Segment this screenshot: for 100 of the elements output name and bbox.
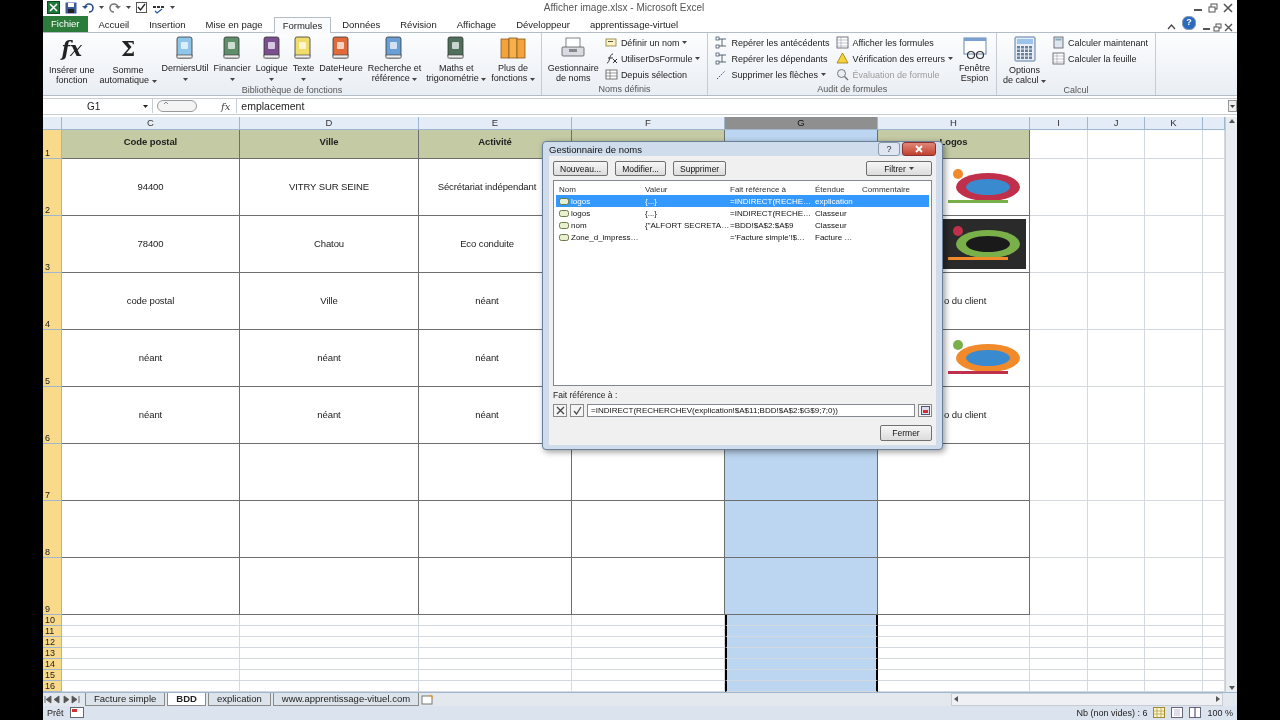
- row-header[interactable]: 6: [43, 386, 62, 444]
- list-column-header[interactable]: Valeur: [645, 184, 730, 194]
- column-header[interactable]: K: [1145, 116, 1203, 130]
- column-header[interactable]: C: [62, 116, 240, 130]
- ribbon-button[interactable]: Repérer les dépendants: [715, 51, 830, 66]
- ribbon-button[interactable]: Repérer les antécédents: [715, 35, 830, 50]
- list-column-header[interactable]: Commentaire: [862, 184, 929, 194]
- sheet-tab[interactable]: Facture simple: [85, 692, 166, 706]
- row-header[interactable]: 2: [43, 158, 62, 216]
- ribbon-tab[interactable]: Données: [333, 15, 390, 32]
- restore-icon[interactable]: [1213, 22, 1222, 32]
- zoom-level[interactable]: 100 %: [1207, 708, 1233, 718]
- collapse-dialog-button[interactable]: [918, 404, 932, 417]
- save-icon[interactable]: [65, 1, 77, 14]
- dialog-button[interactable]: Nouveau...: [553, 161, 609, 176]
- close-dialog-button[interactable]: Fermer: [880, 425, 932, 441]
- ribbon-button[interactable]: Texte: [290, 35, 317, 83]
- select-all-corner[interactable]: [43, 116, 62, 130]
- confirm-button[interactable]: [570, 404, 584, 417]
- ribbon-button[interactable]: Afficher les formules: [836, 35, 953, 50]
- ribbon-button[interactable]: Vérification des erreurs: [836, 51, 953, 66]
- ribbon-button[interactable]: UtiliserDsFormule: [604, 51, 701, 66]
- row-header[interactable]: 4: [43, 272, 62, 330]
- ribbon-tab[interactable]: Développeur: [507, 15, 579, 32]
- insert-function-icon[interactable]: fx: [221, 100, 231, 112]
- ribbon-tab[interactable]: Formules: [273, 16, 332, 33]
- column-header[interactable]: F: [572, 116, 725, 130]
- column-header[interactable]: H: [878, 116, 1030, 130]
- horizontal-scrollbar[interactable]: [951, 692, 1223, 706]
- row-header[interactable]: 1: [43, 129, 62, 159]
- filter-button[interactable]: Filtrer: [866, 161, 932, 176]
- dialog-button[interactable]: Modifier...: [615, 161, 666, 176]
- ribbon-button[interactable]: Logique: [253, 35, 290, 83]
- row-header[interactable]: 7: [43, 443, 62, 501]
- empty-cell[interactable]: [240, 500, 419, 558]
- ribbon-button[interactable]: fx Insérer une fonction: [47, 35, 97, 85]
- ribbon-button[interactable]: Options de calcul: [1001, 35, 1049, 85]
- list-column-header[interactable]: Fait référence à: [730, 184, 815, 194]
- ribbon-tab[interactable]: apprentissage-virtuel: [581, 15, 688, 32]
- scroll-left-icon[interactable]: [952, 695, 960, 704]
- normal-view-icon[interactable]: [1153, 707, 1166, 719]
- page-break-icon[interactable]: [1189, 707, 1202, 719]
- ribbon-tab[interactable]: Mise en page: [196, 15, 272, 32]
- page-layout-icon[interactable]: [1171, 707, 1184, 719]
- ribbon-button[interactable]: DerniersUtil: [159, 35, 211, 83]
- splitter-handle-icon[interactable]: [157, 100, 197, 113]
- undo-icon[interactable]: [82, 1, 94, 14]
- ribbon-button[interactable]: Définir un nom: [604, 35, 701, 50]
- dialog-button[interactable]: Supprimer: [673, 161, 727, 176]
- row-header[interactable]: 5: [43, 329, 62, 387]
- empty-cell[interactable]: [240, 443, 419, 501]
- close-icon[interactable]: [1223, 2, 1233, 13]
- row-header[interactable]: 11: [43, 625, 62, 637]
- empty-cell[interactable]: [419, 500, 572, 558]
- macro-record-icon[interactable]: [69, 707, 84, 719]
- row-header[interactable]: 16: [43, 680, 62, 692]
- column-header[interactable]: E: [419, 116, 572, 130]
- row-header[interactable]: 9: [43, 557, 62, 615]
- ribbon-button[interactable]: Maths et trigonométrie: [424, 35, 489, 83]
- column-header[interactable]: I: [1030, 116, 1088, 130]
- redo-icon[interactable]: [109, 1, 121, 14]
- ribbon-button[interactable]: Plus de fonctions: [489, 35, 537, 83]
- new-sheet-icon[interactable]: [421, 693, 436, 705]
- ribbon-button[interactable]: Financier: [211, 35, 253, 83]
- ribbon-button[interactable]: Fenêtre Espion: [957, 35, 993, 83]
- cancel-button[interactable]: [553, 404, 567, 417]
- column-header[interactable]: J: [1088, 116, 1145, 130]
- ribbon-button[interactable]: Supprimer les flèches: [715, 67, 830, 82]
- ribbon-button[interactable]: Depuis sélection: [604, 67, 701, 82]
- row-header[interactable]: 14: [43, 658, 62, 670]
- empty-cell[interactable]: [419, 557, 572, 615]
- row-header[interactable]: 10: [43, 614, 62, 626]
- vertical-scrollbar[interactable]: [1225, 116, 1237, 692]
- collapse-ribbon-icon[interactable]: [1167, 22, 1176, 32]
- ribbon-button[interactable]: Recherche et référence: [365, 35, 424, 83]
- ribbon-tab[interactable]: Accueil: [89, 15, 139, 32]
- column-header[interactable]: D: [240, 116, 419, 130]
- ribbon-tab[interactable]: Insertion: [140, 15, 195, 32]
- expand-icon[interactable]: [1228, 100, 1237, 113]
- empty-cell[interactable]: [240, 557, 419, 615]
- restore-icon[interactable]: [1208, 2, 1218, 13]
- ribbon-button[interactable]: DateHeure: [317, 35, 365, 83]
- help-button[interactable]: ?: [878, 142, 900, 156]
- scroll-right-icon[interactable]: [1214, 695, 1222, 704]
- sheet-tab[interactable]: BDD: [167, 692, 206, 706]
- row-header[interactable]: 15: [43, 669, 62, 681]
- close-button[interactable]: [902, 142, 936, 156]
- ribbon-tab[interactable]: Affichage: [447, 15, 506, 32]
- checkbox-icon[interactable]: [136, 2, 147, 14]
- ribbon-button[interactable]: Calculer maintenant: [1052, 35, 1149, 50]
- sheet-tab[interactable]: www.apprentissage-vituel.com: [272, 692, 420, 706]
- row-header[interactable]: 12: [43, 636, 62, 648]
- names-list[interactable]: [553, 180, 932, 386]
- name-box[interactable]: G1: [43, 99, 153, 114]
- ribbon-button[interactable]: Calculer la feuille: [1052, 51, 1149, 66]
- close-icon[interactable]: [1224, 22, 1233, 32]
- sheet-navigation-icon[interactable]: [43, 694, 83, 704]
- ribbon-button[interactable]: Σ Somme automatique: [97, 35, 159, 85]
- ribbon-tab[interactable]: Révision: [391, 15, 446, 32]
- column-header[interactable]: G: [725, 116, 878, 130]
